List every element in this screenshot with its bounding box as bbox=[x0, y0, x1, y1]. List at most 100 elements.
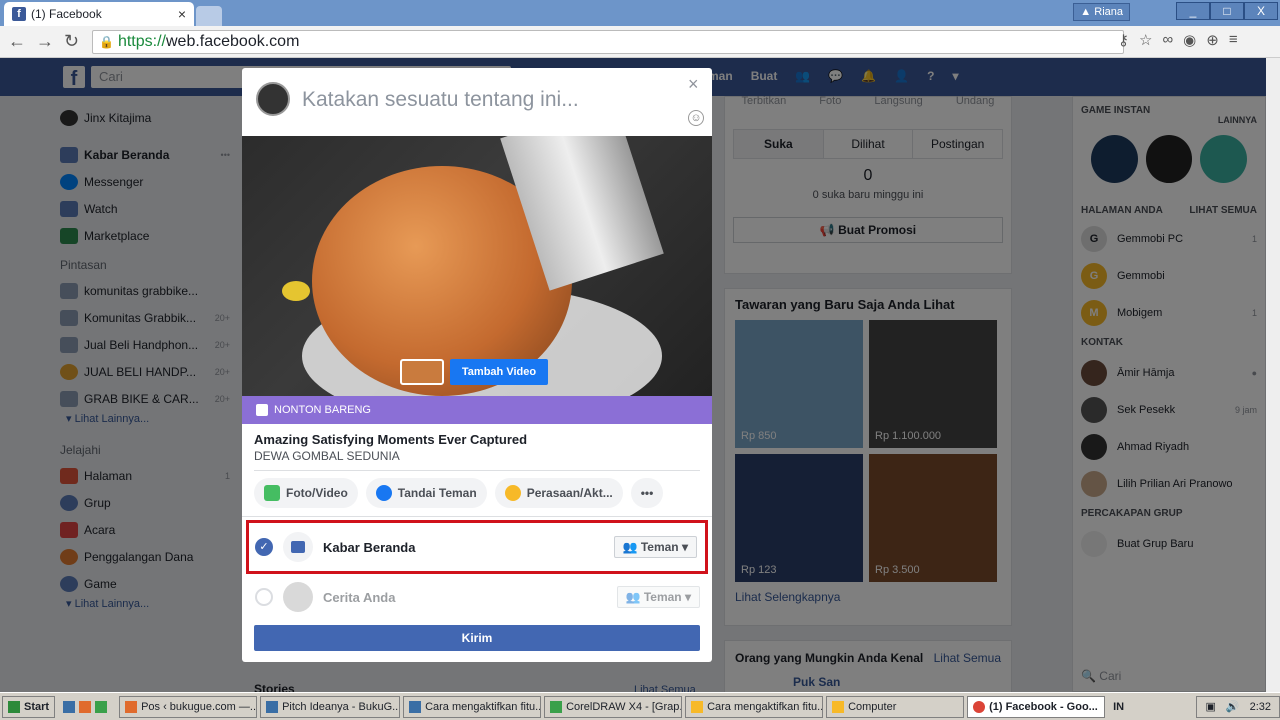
firefox-icon bbox=[125, 700, 138, 713]
feeling-emoji-icon bbox=[504, 485, 521, 501]
url-host: web.facebook.com bbox=[165, 33, 300, 50]
taskbar-label: Cara mengaktifkan fitu... bbox=[425, 700, 542, 713]
add-video-button[interactable]: Tambah Video bbox=[450, 359, 548, 385]
action-label: Tandai Teman bbox=[397, 486, 477, 500]
window-icon bbox=[691, 700, 704, 713]
computer-icon bbox=[832, 700, 845, 713]
star-icon[interactable]: ☆ bbox=[1139, 31, 1152, 49]
avatar bbox=[256, 82, 290, 116]
taskbar-item[interactable]: Computer bbox=[826, 695, 965, 718]
taskbar-item[interactable]: CorelDRAW X4 - [Grap... bbox=[544, 695, 683, 718]
volume-icon[interactable]: 🔊 bbox=[1226, 697, 1240, 717]
tab-close-icon[interactable]: × bbox=[178, 6, 186, 22]
windows-logo-icon bbox=[8, 700, 20, 713]
corel-icon bbox=[550, 700, 563, 713]
divider bbox=[242, 516, 712, 517]
language-indicator[interactable]: IN bbox=[1108, 695, 1130, 718]
video-title[interactable]: Amazing Satisfying Moments Ever Captured bbox=[254, 432, 527, 447]
start-button[interactable]: Start bbox=[2, 695, 56, 718]
url-scheme: https:// bbox=[117, 33, 166, 50]
taskbar-item-active[interactable]: (1) Facebook - Goo... bbox=[967, 695, 1106, 718]
tag-friends-button[interactable]: Tandai Teman bbox=[365, 478, 487, 508]
taskbar-label: Cara mengaktifkan fitu... bbox=[707, 700, 824, 713]
compose-area[interactable]: Katakan sesuatu tentang ini... × ☺ bbox=[242, 68, 712, 136]
taskbar-item[interactable]: Cara mengaktifkan fitu... bbox=[403, 695, 542, 718]
taskbar-item[interactable]: Cara mengaktifkan fitu... bbox=[685, 695, 824, 718]
minimize-button[interactable]: _ bbox=[1176, 2, 1210, 20]
taskbar-item[interactable]: Pos ‹ bukugue.com —... bbox=[119, 695, 258, 718]
avatar bbox=[283, 582, 313, 612]
news-feed-label: Kabar Beranda bbox=[323, 539, 416, 555]
new-tab-button[interactable] bbox=[196, 6, 222, 26]
clock[interactable]: 2:32 bbox=[1250, 697, 1271, 717]
infinity-icon[interactable]: ∞ bbox=[1162, 31, 1173, 49]
more-actions-button[interactable]: ••• bbox=[630, 478, 664, 508]
send-button[interactable]: Kirim bbox=[254, 625, 700, 651]
audience-selector[interactable]: 👥 Teman ▾ bbox=[616, 586, 700, 608]
nav-buttons: ←→↻ bbox=[8, 31, 89, 52]
taskbar-label: Pitch Ideanya - BukuG... bbox=[282, 700, 401, 713]
checkbox-checked[interactable]: ✓ bbox=[255, 538, 273, 556]
close-window-button[interactable]: X bbox=[1244, 2, 1278, 20]
taskbar-label: Pos ‹ bukugue.com —... bbox=[141, 700, 258, 713]
tab-facebook[interactable]: f (1) Facebook × bbox=[4, 2, 194, 26]
window-icon bbox=[266, 700, 279, 713]
share-to-story-option[interactable]: Cerita Anda 👥 Teman ▾ bbox=[246, 578, 708, 616]
tag-friends-icon bbox=[375, 485, 392, 501]
action-label: Perasaan/Akt... bbox=[526, 486, 613, 500]
video-channel: DEWA GOMBAL SEDUNIA bbox=[254, 449, 400, 463]
quick-launch bbox=[58, 695, 117, 718]
share-to-news-feed-option[interactable]: ✓ Kabar Beranda 👥 Teman ▾ bbox=[246, 520, 708, 574]
taskbar-label: Computer bbox=[848, 700, 897, 713]
maximize-button[interactable]: □ bbox=[1210, 2, 1244, 20]
emoji-icon[interactable]: ☺ bbox=[688, 110, 704, 126]
reload-icon[interactable]: ↻ bbox=[64, 31, 89, 51]
taskbar-label: CorelDRAW X4 - [Grap... bbox=[566, 700, 683, 713]
taskbar-label: (1) Facebook - Goo... bbox=[989, 700, 1098, 713]
page-scrollbar[interactable] bbox=[1266, 58, 1280, 692]
url-bar[interactable]: 🔒 https:// web.facebook.com bbox=[92, 30, 1124, 54]
extensions: ⚷ ☆ ∞ ◉ ⊕ ≡ bbox=[1118, 31, 1238, 49]
photo-video-button[interactable]: Foto/Video bbox=[254, 478, 358, 508]
share-dialog: Katakan sesuatu tentang ini... × ☺ Tamba… bbox=[242, 68, 712, 662]
forward-icon[interactable]: → bbox=[36, 31, 64, 51]
divider bbox=[254, 470, 700, 471]
key-icon[interactable]: ⚷ bbox=[1118, 31, 1129, 49]
video-preview[interactable]: Tambah Video bbox=[242, 136, 712, 396]
menu-icon[interactable]: ≡ bbox=[1229, 31, 1238, 49]
compose-actions: Foto/Video Tandai Teman Perasaan/Akt... … bbox=[254, 478, 664, 508]
video-thumbnail bbox=[400, 359, 444, 385]
chrome-icon bbox=[973, 700, 986, 713]
desktop-icon[interactable] bbox=[63, 700, 76, 713]
windows-taskbar: Start Pos ‹ bukugue.com —... Pitch Idean… bbox=[0, 692, 1280, 720]
system-tray: ▣ 🔊 2:32 bbox=[1196, 695, 1280, 718]
news-feed-icon bbox=[283, 532, 313, 562]
start-label: Start bbox=[24, 700, 50, 713]
network-icon[interactable]: ▣ bbox=[1205, 697, 1215, 717]
facebook-favicon-icon: f bbox=[12, 7, 26, 21]
audience-selector[interactable]: 👥 Teman ▾ bbox=[613, 536, 697, 558]
compose-input[interactable]: Katakan sesuatu tentang ini... bbox=[302, 88, 579, 112]
extension-icon[interactable]: ◉ bbox=[1183, 31, 1196, 49]
back-icon[interactable]: ← bbox=[8, 31, 36, 51]
download-icon[interactable]: ⊕ bbox=[1206, 31, 1219, 49]
action-label: Foto/Video bbox=[286, 486, 348, 500]
window-icon bbox=[409, 700, 422, 713]
close-icon[interactable]: × bbox=[688, 74, 699, 95]
browser-user-badge[interactable]: ▲ Riana bbox=[1073, 3, 1130, 21]
checkbox-unchecked[interactable] bbox=[255, 588, 273, 606]
lock-icon: 🔒 bbox=[99, 35, 114, 49]
photo-icon bbox=[264, 485, 280, 501]
tab-title: (1) Facebook bbox=[31, 7, 102, 21]
watch-party-icon bbox=[256, 404, 268, 417]
taskbar-item[interactable]: Pitch Ideanya - BukuG... bbox=[260, 695, 401, 718]
watch-party-banner: NONTON BARENG bbox=[242, 396, 712, 424]
watch-party-label: NONTON BARENG bbox=[274, 404, 371, 416]
firefox-icon[interactable] bbox=[79, 700, 92, 713]
video-frame-ball bbox=[282, 281, 310, 301]
story-label: Cerita Anda bbox=[323, 589, 396, 605]
more-icon: ••• bbox=[640, 486, 654, 500]
corel-icon[interactable] bbox=[95, 700, 108, 713]
browser-user-name: Riana bbox=[1094, 6, 1123, 18]
feeling-activity-button[interactable]: Perasaan/Akt... bbox=[494, 478, 623, 508]
